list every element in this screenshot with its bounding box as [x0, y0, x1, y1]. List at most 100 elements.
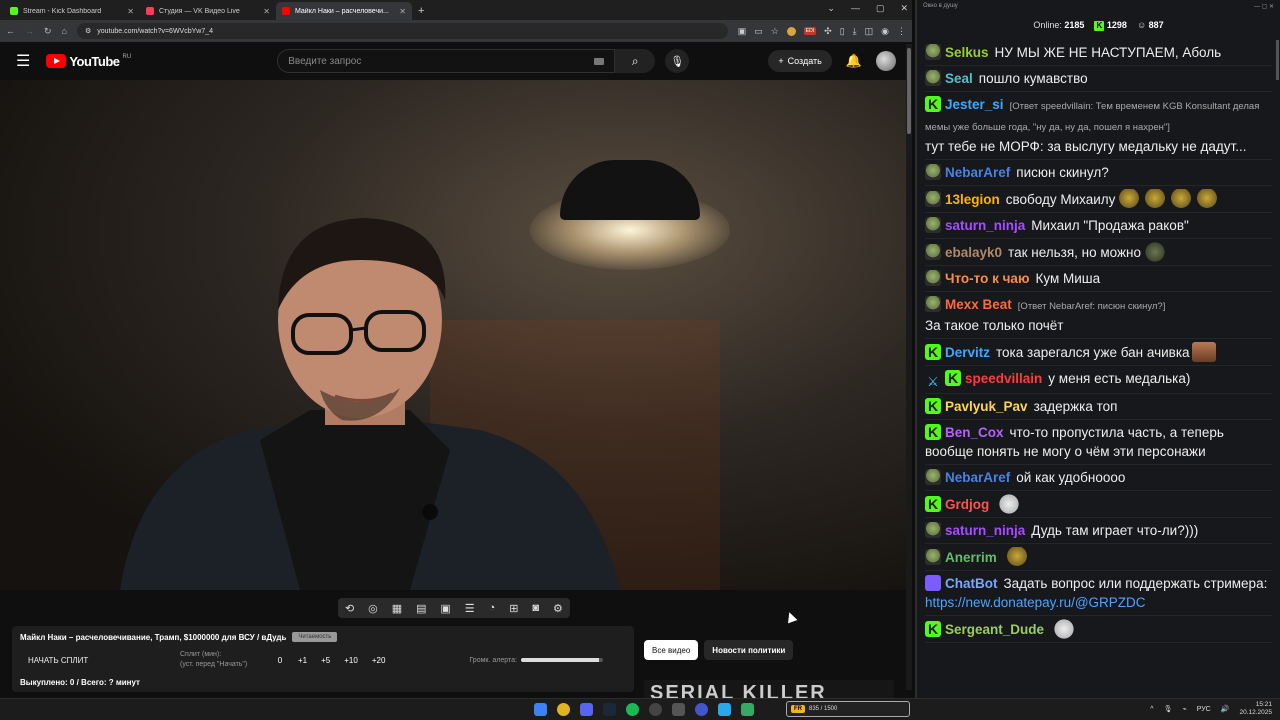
chip-all-videos[interactable]: Все видео: [644, 640, 699, 660]
readability-tag[interactable]: Читаемость: [292, 632, 338, 642]
increment-button[interactable]: +5: [321, 656, 330, 665]
chat-username[interactable]: Selkus: [945, 45, 989, 60]
chip-politics-news[interactable]: Новости политики: [704, 640, 794, 660]
ambient-icon[interactable]: ▦: [392, 602, 402, 615]
media-player-icon[interactable]: [695, 703, 708, 716]
increment-button[interactable]: +1: [298, 656, 307, 665]
split-view-icon[interactable]: ◫: [865, 26, 874, 37]
tab-kick[interactable]: Stream - Kick Dashboard ✕: [4, 2, 140, 20]
reload-icon[interactable]: ↻: [44, 26, 52, 37]
hamburger-menu-icon[interactable]: ☰: [16, 51, 30, 71]
tab-search-icon[interactable]: ⌄: [827, 3, 835, 14]
app-icon[interactable]: [672, 703, 685, 716]
widget-counter[interactable]: FR 835 / 1500: [786, 701, 910, 717]
chrome-icon[interactable]: [557, 703, 570, 716]
increment-button[interactable]: +10: [344, 656, 358, 665]
tab-youtube[interactable]: Майкл Наки – расчеловечи... ✕: [276, 2, 412, 20]
obs-icon[interactable]: [649, 703, 662, 716]
close-tab-icon[interactable]: ✕: [263, 7, 270, 16]
scrollbar-thumb[interactable]: [907, 48, 911, 134]
maximize-button[interactable]: ▢: [876, 3, 885, 14]
extension-badge-icon[interactable]: EDI: [803, 27, 817, 35]
menu-dots-icon[interactable]: ⋮: [897, 26, 906, 37]
forward-icon[interactable]: →: [25, 26, 34, 36]
omnibox[interactable]: ⚙ youtube.com/watch?v=6WVcbYw7_4: [76, 23, 728, 39]
chat-username[interactable]: Grdjog: [945, 497, 989, 512]
tab-vk[interactable]: Студия — VK Видео Live ✕: [140, 2, 276, 20]
chat-username[interactable]: Pavlyuk_Pav: [945, 399, 1028, 414]
spotify-icon[interactable]: [626, 703, 639, 716]
tool-icon[interactable]: [741, 703, 754, 716]
chat-username[interactable]: NebarAref: [945, 470, 1010, 485]
increment-button[interactable]: +20: [372, 656, 386, 665]
pip-icon[interactable]: ▣: [440, 602, 450, 615]
video-player[interactable]: [0, 80, 906, 590]
chat-username[interactable]: 13legion: [945, 192, 1000, 207]
chat-username[interactable]: Sergeant_Dude: [945, 622, 1044, 637]
mic-tray-icon[interactable]: 🎙: [1164, 705, 1173, 713]
chat-username[interactable]: Mexx Beat: [945, 297, 1012, 312]
chat-scrollbar[interactable]: [1276, 40, 1280, 690]
discord-icon[interactable]: [580, 703, 593, 716]
playlist-icon[interactable]: ☰: [465, 602, 475, 615]
broadcast-icon[interactable]: ◎: [368, 602, 378, 615]
clip-icon[interactable]: ▤: [416, 602, 426, 615]
chat-link[interactable]: https://new.donatepay.ru/@GRPZDC: [925, 595, 1146, 610]
language-indicator[interactable]: РУС: [1197, 706, 1211, 713]
speed-icon[interactable]: ◔: [489, 602, 496, 614]
profile-icon[interactable]: ◉: [881, 26, 889, 37]
telegram-icon[interactable]: [718, 703, 731, 716]
back-icon[interactable]: ←: [6, 26, 15, 36]
loop-icon[interactable]: ⟲: [345, 602, 354, 615]
chat-username[interactable]: ebalayk0: [945, 245, 1002, 260]
chat-username[interactable]: Seal: [945, 71, 973, 86]
volume-icon[interactable]: 🔊: [1221, 705, 1230, 713]
new-tab-button[interactable]: +: [412, 5, 430, 20]
usb-icon[interactable]: ⌁: [1182, 705, 1186, 713]
recommended-thumbnail[interactable]: SERIAL KILLER: [644, 680, 894, 698]
minimize-button[interactable]: —: [851, 3, 860, 14]
windows-start-icon[interactable]: [534, 703, 547, 716]
alert-volume-slider[interactable]: [520, 658, 603, 662]
avatar[interactable]: [876, 51, 896, 71]
puzzle-icon[interactable]: ✣: [824, 26, 832, 37]
install-app-icon[interactable]: ▣: [738, 26, 747, 37]
extension-dot-icon[interactable]: [786, 26, 796, 36]
notifications-bell-icon[interactable]: 🔔: [846, 53, 862, 69]
chat-username[interactable]: Ben_Cox: [945, 425, 1004, 440]
close-tab-icon[interactable]: ✕: [127, 7, 134, 16]
chat-username[interactable]: NebarAref: [945, 165, 1010, 180]
settings-gear-icon[interactable]: ⚙: [553, 602, 563, 615]
screenshot-icon[interactable]: ◙: [532, 602, 539, 614]
chevron-up-icon[interactable]: ^: [1150, 706, 1153, 713]
chat-username[interactable]: saturn_ninja: [945, 218, 1025, 233]
split-minutes-value[interactable]: 0: [270, 656, 290, 665]
site-info-icon[interactable]: ⚙: [85, 27, 91, 35]
chat-window-controls[interactable]: — ▢ ✕: [1254, 3, 1274, 11]
chat-username[interactable]: Что-то к чаю: [945, 271, 1029, 286]
create-button[interactable]: + Создать: [768, 50, 832, 72]
keyboard-icon[interactable]: [594, 57, 605, 65]
chat-username[interactable]: Dervitz: [945, 345, 990, 360]
search-button[interactable]: ⌕: [615, 49, 656, 73]
sidebar-icon[interactable]: ▯: [840, 26, 845, 37]
start-split-button[interactable]: НАЧАТЬ СПЛИТ: [20, 656, 110, 665]
chat-username[interactable]: Jester_si: [945, 97, 1004, 112]
add-clip-icon[interactable]: ⊞: [509, 602, 518, 615]
chat-scrollbar-thumb[interactable]: [1276, 40, 1279, 80]
steam-icon[interactable]: [603, 703, 616, 716]
close-window-button[interactable]: ✕: [900, 3, 908, 14]
cast-icon[interactable]: ▭: [754, 26, 763, 37]
chat-username[interactable]: saturn_ninja: [945, 523, 1025, 538]
page-scrollbar[interactable]: [906, 44, 912, 690]
search-input[interactable]: Введите запрос: [277, 49, 616, 73]
chat-username[interactable]: speedvillain: [965, 371, 1042, 386]
bookmark-star-icon[interactable]: ☆: [771, 26, 779, 37]
clock[interactable]: 15:21 20.12.2025: [1239, 701, 1272, 717]
chat-username[interactable]: Anerrim: [945, 550, 997, 565]
download-icon[interactable]: ⤓: [853, 26, 857, 37]
youtube-logo[interactable]: YouTube RU: [46, 54, 131, 69]
chat-username[interactable]: ChatBot: [945, 576, 998, 591]
voice-search-button[interactable]: 🎙: [665, 49, 690, 73]
home-icon[interactable]: ⌂: [62, 26, 67, 36]
